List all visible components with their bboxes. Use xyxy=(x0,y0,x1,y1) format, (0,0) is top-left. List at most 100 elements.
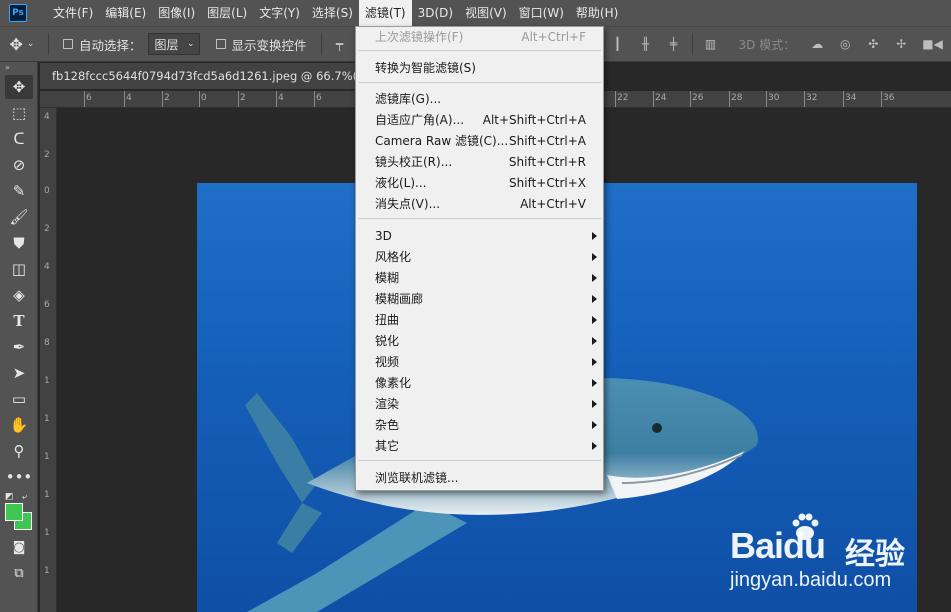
zoom-tool[interactable]: ⚲ xyxy=(0,438,38,464)
auto-select-value: 图层 xyxy=(154,37,179,52)
ruler-tick xyxy=(84,91,85,107)
collapse-toolbar-icon[interactable]: » xyxy=(0,62,37,74)
default-colors-icon[interactable]: ◩ xyxy=(5,492,14,502)
submenu-item[interactable]: 3D xyxy=(356,226,603,247)
distribute-vertical-icon[interactable]: ╫ xyxy=(639,37,653,51)
menu-item[interactable]: 自适应广角(A)... Alt+Shift+Ctrl+A xyxy=(356,110,603,131)
submenu-item[interactable]: 渲染 xyxy=(356,394,603,415)
ruler-tick-label: 30 xyxy=(768,93,780,103)
ruler-tick xyxy=(162,91,163,107)
menu-item[interactable]: 浏览联机滤镜... xyxy=(356,468,603,489)
type-tool[interactable]: T xyxy=(0,308,38,334)
submenu-item[interactable]: 模糊 xyxy=(356,268,603,289)
submenu-item[interactable]: 模糊画廊 xyxy=(356,289,603,310)
menu-item[interactable]: 图层(L) xyxy=(201,0,253,26)
screen-mode-tool[interactable]: ⧉ xyxy=(0,560,38,586)
submenu-item[interactable]: 锐化 xyxy=(356,331,603,352)
submenu-item[interactable]: 视频 xyxy=(356,352,603,373)
quick-select-icon: ⊘ xyxy=(12,156,26,174)
ruler-tick xyxy=(690,91,691,107)
paint-bucket-tool[interactable]: ◈ xyxy=(0,282,38,308)
menu-item[interactable]: 滤镜(T) xyxy=(358,0,412,26)
ruler-tick xyxy=(314,91,315,107)
submenu-arrow-icon xyxy=(592,274,597,282)
submenu-item[interactable]: 杂色 xyxy=(356,415,603,436)
ruler-vertical[interactable]: 4 2 0 2 4 6 8 1 1 1 1 1 1 xyxy=(40,108,57,612)
distribute-icon[interactable]: ┃ xyxy=(611,37,625,51)
roll-3d-icon[interactable]: ◎ xyxy=(838,37,852,51)
menu-item-label: 扭曲 xyxy=(375,313,400,327)
submenu-item[interactable]: 其它 xyxy=(356,436,603,457)
screen-mode-icon: ⧉ xyxy=(14,565,24,581)
ruler-tick xyxy=(766,91,767,107)
ruler-tick-label: 8 xyxy=(44,338,50,348)
menu-item-label: 浏览联机滤镜... xyxy=(375,471,459,485)
menu-item-label: 消失点(V)... xyxy=(375,197,441,211)
color-swatches: ◩ ⤶ xyxy=(0,490,37,534)
submenu-item[interactable]: 风格化 xyxy=(356,247,603,268)
menu-item[interactable]: 液化(L)... Shift+Ctrl+X xyxy=(356,173,603,194)
auto-select-checkbox[interactable] xyxy=(63,39,73,49)
auto-select-dropdown[interactable]: 图层 ⌄ xyxy=(147,33,200,55)
baidu-watermark: Baidu 经验 jingyan.baidu.com xyxy=(715,505,945,605)
submenu-item[interactable]: 像素化 xyxy=(356,373,603,394)
tools-panel: » ✥ ⬚ ᑕ ⊘ ✎ 🖌 ⛊ ◫ ◈ T ✒ ➤ ▭ ✋ ⚲ ••• ◩ ⤶ … xyxy=(0,62,38,612)
ruler-tick xyxy=(804,91,805,107)
menu-item[interactable]: 转换为智能滤镜(S) xyxy=(356,58,603,79)
menu-item[interactable]: 编辑(E) xyxy=(99,0,152,26)
quick-select-tool[interactable]: ⊘ xyxy=(0,152,38,178)
ruler-tick-label: 1 xyxy=(44,452,50,462)
menu-item[interactable]: 消失点(V)... Alt+Ctrl+V xyxy=(356,194,603,215)
move-tool[interactable]: ✥ xyxy=(0,74,38,100)
menu-item[interactable]: 滤镜库(G)... xyxy=(356,89,603,110)
menu-item[interactable]: 文件(F) xyxy=(47,0,99,26)
eyedropper-tool[interactable]: ✎ xyxy=(0,178,38,204)
menu-item[interactable]: 文字(Y) xyxy=(253,0,306,26)
distribute-horizontal-icon[interactable]: ╪ xyxy=(667,37,681,51)
swap-colors-icon[interactable]: ⤶ xyxy=(22,492,27,502)
hand-tool[interactable]: ✋ xyxy=(0,412,38,438)
submenu-item[interactable]: 扭曲 xyxy=(356,310,603,331)
document-tab[interactable]: fb128fccc5644f0794d73fcd5a6d1261.jpeg @ … xyxy=(40,63,360,89)
auto-align-icon[interactable]: ▥ xyxy=(704,37,718,51)
path-select-tool[interactable]: ➤ xyxy=(0,360,38,386)
scale-3d-icon[interactable]: ■◀ xyxy=(922,37,943,51)
eraser-tool[interactable]: ◫ xyxy=(0,256,38,282)
move-tool-options-icon[interactable]: ✥ ⌄ xyxy=(0,26,44,62)
menu-item-shortcut: Shift+Ctrl+R xyxy=(508,155,586,169)
menu-item[interactable]: 窗口(W) xyxy=(513,0,570,26)
show-transform-checkbox[interactable] xyxy=(215,39,226,49)
align-top-icon[interactable]: ┯ xyxy=(333,37,347,51)
foreground-color-swatch[interactable] xyxy=(5,503,23,521)
brush-tool[interactable]: 🖌 xyxy=(0,204,38,230)
ruler-tick-label: 4 xyxy=(278,93,284,103)
ruler-tick-label: 4 xyxy=(44,112,50,122)
lasso-tool[interactable]: ᑕ xyxy=(0,126,38,152)
auto-select-label: 自动选择： xyxy=(79,37,142,53)
menu-item[interactable]: Camera Raw 滤镜(C)... Shift+Ctrl+A xyxy=(356,131,603,152)
submenu-arrow-icon xyxy=(592,442,597,450)
ruler-tick xyxy=(881,91,882,107)
menu-item[interactable]: 图像(I) xyxy=(152,0,201,26)
menu-item[interactable]: 3D(D) xyxy=(412,0,459,26)
orbit-3d-icon[interactable]: ☁ xyxy=(810,37,824,51)
stamp-tool[interactable]: ⛊ xyxy=(0,230,38,256)
ruler-tick-label: 2 xyxy=(164,93,170,103)
slide-3d-icon[interactable]: ✢ xyxy=(894,37,908,51)
menu-item[interactable]: 帮助(H) xyxy=(570,0,624,26)
type-icon: T xyxy=(13,312,25,330)
ruler-tick-label: 36 xyxy=(883,93,895,103)
quick-mask-tool[interactable]: ◙ xyxy=(0,534,38,560)
pen-tool[interactable]: ✒ xyxy=(0,334,38,360)
rectangle-tool[interactable]: ▭ xyxy=(0,386,38,412)
marquee-tool[interactable]: ⬚ xyxy=(0,100,38,126)
ruler-tick-label: 6 xyxy=(86,93,92,103)
menu-item-label: 滤镜库(G)... xyxy=(375,92,442,106)
menu-item[interactable]: 镜头校正(R)... Shift+Ctrl+R xyxy=(356,152,603,173)
ruler-tick xyxy=(199,91,200,107)
menu-item[interactable]: 视图(V) xyxy=(459,0,513,26)
menu-item[interactable]: 选择(S) xyxy=(306,0,359,26)
submenu-arrow-icon xyxy=(592,379,597,387)
pan-3d-icon[interactable]: ✣ xyxy=(866,37,880,51)
more-tools[interactable]: ••• xyxy=(0,464,38,490)
